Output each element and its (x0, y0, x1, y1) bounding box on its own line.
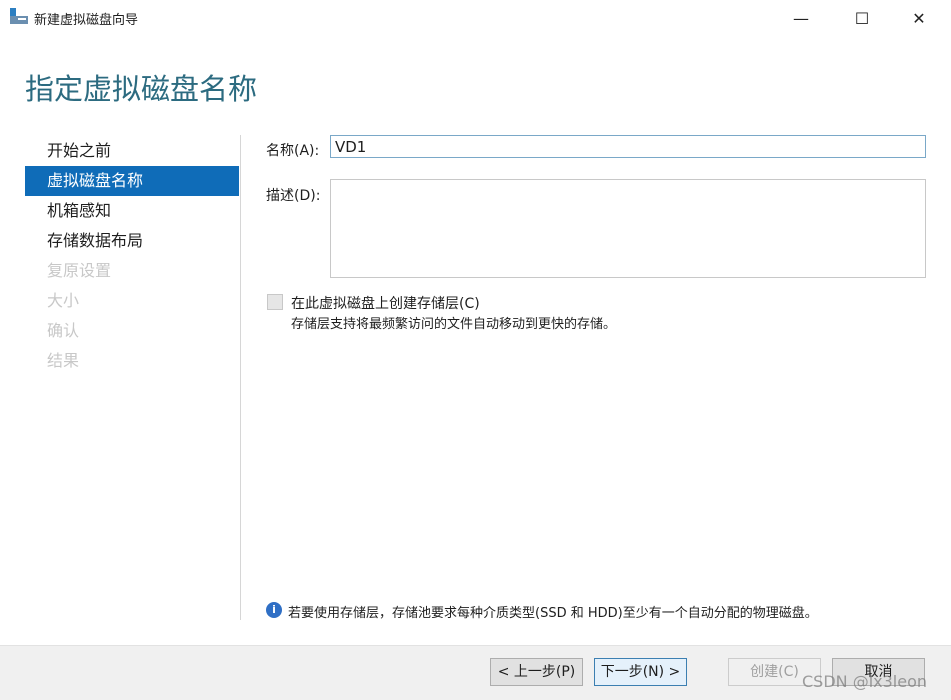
maximize-button[interactable]: ☐ (839, 6, 885, 32)
nav-item-storage-layout[interactable]: 存储数据布局 (25, 226, 239, 256)
nav-item-enclosure-awareness[interactable]: 机箱感知 (25, 196, 239, 226)
name-label: 名称(A): (266, 143, 320, 159)
divider (240, 135, 241, 620)
previous-button[interactable]: < 上一步(P) (490, 658, 583, 686)
watermark: CSDN @lx3leon (802, 672, 928, 691)
minimize-button[interactable]: — (778, 6, 824, 32)
storage-tier-checkbox[interactable] (267, 294, 283, 310)
name-input[interactable]: VD1 (330, 135, 926, 158)
title-bar: 新建虚拟磁盘向导 — ☐ ✕ (0, 0, 951, 36)
storage-tier-label[interactable]: 在此虚拟磁盘上创建存储层(C) (291, 293, 480, 313)
window-title: 新建虚拟磁盘向导 (34, 13, 139, 28)
disk-wizard-icon (10, 8, 28, 24)
info-text: 若要使用存储层，存储池要求每种介质类型(SSD 和 HDD)至少有一个自动分配的… (288, 606, 818, 621)
description-input[interactable] (330, 179, 926, 278)
info-icon: i (266, 602, 282, 618)
nav-item-virtual-disk-name[interactable]: 虚拟磁盘名称 (25, 166, 239, 196)
nav-item-results: 结果 (47, 351, 80, 370)
nav-item-before-you-begin[interactable]: 开始之前 (25, 136, 239, 166)
close-button[interactable]: ✕ (896, 6, 942, 32)
page-title: 指定虚拟磁盘名称 (25, 72, 258, 106)
nav-item-resiliency: 复原设置 (47, 261, 112, 280)
storage-tier-hint: 存储层支持将最频繁访问的文件自动移动到更快的存储。 (291, 317, 617, 332)
nav-item-confirmation: 确认 (47, 321, 80, 340)
description-label: 描述(D): (266, 188, 321, 204)
next-button[interactable]: 下一步(N) > (594, 658, 687, 686)
nav-item-size: 大小 (47, 291, 80, 310)
